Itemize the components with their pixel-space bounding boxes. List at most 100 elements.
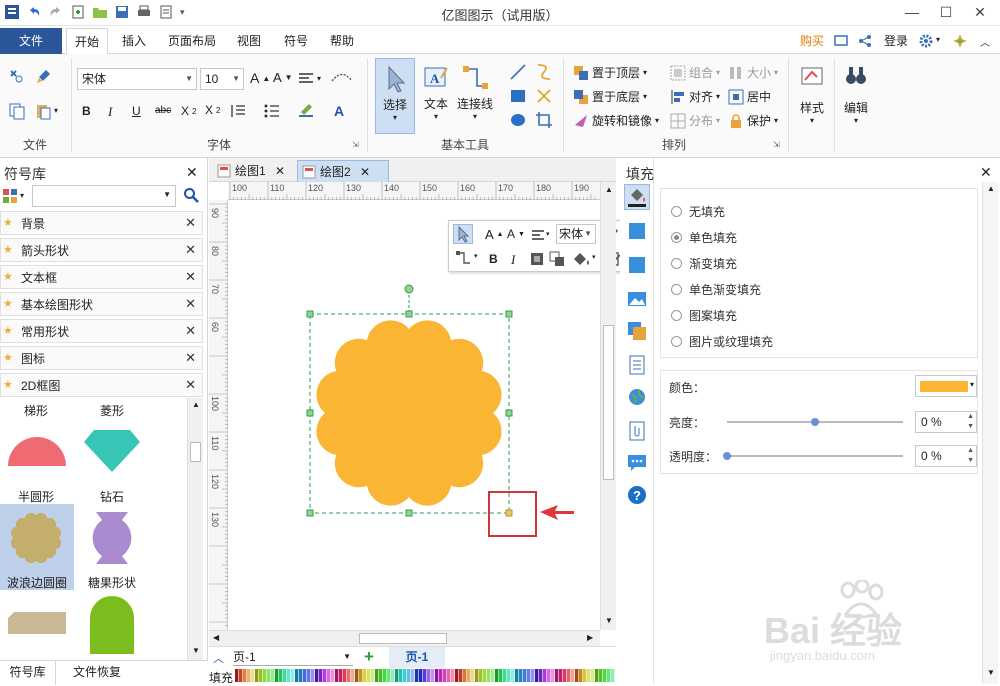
transparency-slider[interactable]: [723, 452, 903, 460]
align-button[interactable]: 对齐 ▾: [670, 88, 720, 105]
image-panel-icon[interactable]: [626, 288, 648, 310]
float-align-icon[interactable]: [531, 229, 545, 241]
color-swatch[interactable]: [443, 669, 447, 682]
shape-wave-circle[interactable]: [6, 508, 66, 568]
float-connector-icon[interactable]: [455, 250, 473, 266]
shape-arch[interactable]: [88, 594, 136, 654]
bullet-list-icon[interactable]: [264, 104, 280, 118]
color-swatch[interactable]: [271, 669, 275, 682]
cross-tool-icon[interactable]: [534, 86, 554, 106]
color-swatch[interactable]: [379, 669, 383, 682]
share-icon[interactable]: [858, 34, 872, 48]
color-swatch[interactable]: [427, 669, 431, 682]
color-swatch[interactable]: [523, 669, 527, 682]
search-icon[interactable]: [183, 187, 199, 203]
color-swatch[interactable]: [363, 669, 367, 682]
float-fill-icon[interactable]: [571, 251, 591, 267]
color-swatch[interactable]: [295, 669, 299, 682]
library-item-arrow-shapes[interactable]: ★ 箭头形状 ✕: [0, 238, 203, 262]
library-item-text-box[interactable]: ★ 文本框 ✕: [0, 265, 203, 289]
resize-handle-nw[interactable]: [306, 310, 314, 318]
fill-option-gradient[interactable]: 渐变填充: [671, 255, 737, 272]
tab-file[interactable]: 文件: [0, 28, 62, 54]
paste-icon[interactable]: [34, 102, 52, 120]
scroll-left-icon[interactable]: ◀: [213, 633, 219, 642]
font-dialog-launcher-icon[interactable]: ⇲: [352, 140, 359, 149]
rectangle-tool-icon[interactable]: [508, 86, 528, 106]
color-swatch[interactable]: [499, 669, 503, 682]
color-swatch[interactable]: [591, 669, 595, 682]
fill-option-pattern[interactable]: 图案填充: [671, 307, 737, 324]
resize-handle-s[interactable]: [405, 509, 413, 517]
color-swatch[interactable]: [291, 669, 295, 682]
strikethrough-button[interactable]: abc: [155, 105, 171, 116]
edit-button[interactable]: 编辑 ▾: [838, 60, 874, 146]
color-swatch[interactable]: [515, 669, 519, 682]
color-swatch[interactable]: [383, 669, 387, 682]
redo-icon[interactable]: [48, 4, 64, 20]
login-link[interactable]: 登录: [876, 28, 916, 54]
color-swatch[interactable]: [459, 669, 463, 682]
close-icon[interactable]: ✕: [966, 2, 994, 22]
float-fill-chevron-icon[interactable]: ▾: [592, 253, 596, 261]
center-button[interactable]: 居中: [728, 88, 771, 105]
color-swatch[interactable]: [603, 669, 607, 682]
scroll-thumb[interactable]: [359, 633, 447, 644]
color-swatch[interactable]: [467, 669, 471, 682]
close-icon[interactable]: ✕: [185, 377, 196, 393]
shrink-font-button[interactable]: A ▼: [273, 70, 293, 85]
color-swatch[interactable]: [435, 669, 439, 682]
float-send-back-icon[interactable]: [549, 251, 565, 267]
float-grow-font-button[interactable]: A ▲: [485, 227, 504, 242]
shape-semicircle[interactable]: [4, 428, 70, 470]
font-color-button[interactable]: A: [334, 103, 344, 119]
crop-tool-icon[interactable]: [534, 110, 554, 130]
transparency-input[interactable]: 0 % ▲ ▼: [915, 445, 977, 467]
gear-icon[interactable]: [918, 33, 934, 49]
library-item-icons[interactable]: ★ 图标 ✕: [0, 346, 203, 370]
align-chevron-icon[interactable]: ▾: [317, 74, 321, 83]
color-swatch[interactable]: [399, 669, 403, 682]
italic-button[interactable]: I: [108, 104, 112, 120]
color-swatch[interactable]: [463, 669, 467, 682]
library-item-2d-block[interactable]: ★ 2D框图 ✕: [0, 373, 203, 397]
color-swatch[interactable]: [475, 669, 479, 682]
line-panel-icon[interactable]: [626, 220, 648, 242]
color-swatch[interactable]: [303, 669, 307, 682]
radio-button[interactable]: [671, 206, 682, 217]
color-swatch[interactable]: [259, 669, 263, 682]
open-file-icon[interactable]: [92, 4, 108, 20]
color-swatch[interactable]: [407, 669, 411, 682]
layers-panel-icon[interactable]: [626, 320, 648, 342]
underline-button[interactable]: U: [132, 104, 141, 118]
color-swatch[interactable]: [347, 669, 351, 682]
resize-handle-w[interactable]: [306, 409, 314, 417]
close-icon[interactable]: ✕: [185, 215, 196, 231]
color-swatch[interactable]: [339, 669, 343, 682]
canvas-horizontal-scrollbar[interactable]: ◀ ▶: [209, 630, 600, 646]
ellipse-tool-icon[interactable]: [508, 110, 528, 130]
fill-option-none[interactable]: 无填充: [671, 203, 725, 220]
color-swatch[interactable]: [519, 669, 523, 682]
color-swatch[interactable]: [507, 669, 511, 682]
tab-help[interactable]: 帮助: [322, 28, 362, 54]
font-name-select[interactable]: 宋体 ▼: [77, 68, 197, 90]
radio-button-selected[interactable]: [671, 232, 682, 243]
color-swatch[interactable]: [255, 669, 259, 682]
close-icon[interactable]: ✕: [185, 323, 196, 339]
fill-option-solid[interactable]: 单色填充: [671, 229, 737, 246]
scroll-thumb[interactable]: [603, 325, 614, 480]
new-file-icon[interactable]: [70, 4, 86, 20]
color-swatch[interactable]: [263, 669, 267, 682]
color-swatch[interactable]: [423, 669, 427, 682]
rotation-handle[interactable]: [404, 284, 414, 294]
gallery-scrollbar[interactable]: ▲ ▼: [187, 398, 203, 660]
color-swatch[interactable]: [415, 669, 419, 682]
library-search-input[interactable]: ▼: [32, 185, 176, 207]
print-icon[interactable]: [136, 4, 152, 20]
add-page-icon[interactable]: +: [364, 647, 374, 667]
fill-option-picture[interactable]: 图片或纹理填充: [671, 333, 773, 350]
arrange-dialog-launcher-icon[interactable]: ⇲: [773, 140, 780, 149]
page-tab[interactable]: 页-1: [389, 647, 445, 668]
color-swatch[interactable]: [351, 669, 355, 682]
